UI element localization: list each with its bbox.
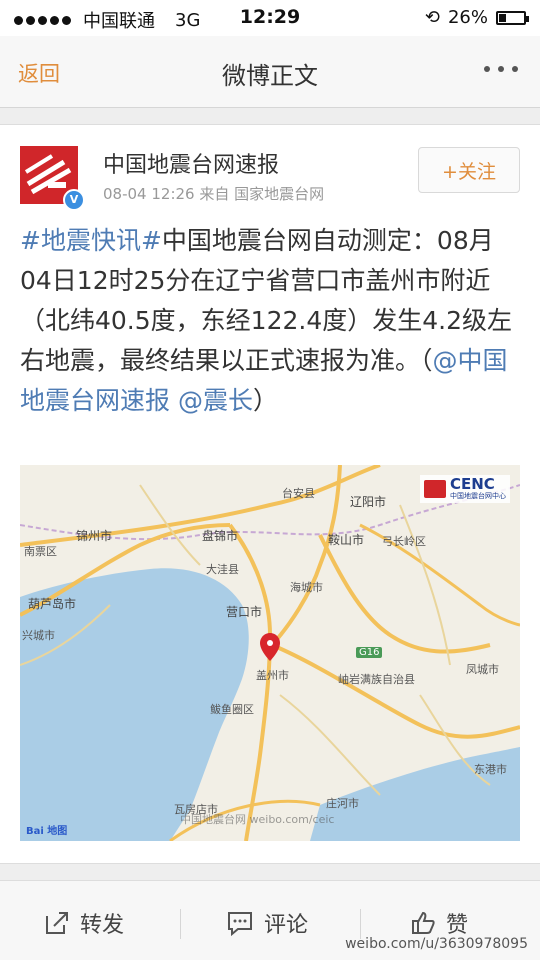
battery-percent: 26% (447, 7, 488, 28)
thumbs-up-icon (412, 911, 435, 934)
repost-icon (46, 912, 68, 934)
nav-bar: 返回 微博正文 (0, 36, 540, 108)
post-text-end: ） (252, 386, 278, 415)
like-button[interactable]: 赞 (410, 907, 468, 939)
map-label: 辽阳市 (350, 495, 387, 509)
cenc-brand: CENC 中国地震台网中心 (420, 475, 510, 503)
map-label: 海城市 (290, 581, 323, 594)
divider (360, 909, 361, 939)
like-label: 赞 (446, 913, 469, 938)
more-icon (484, 66, 490, 72)
map-watermark: 中国地震台网 weibo.com/ceic (180, 813, 335, 826)
map-label: 葫芦岛市 (28, 597, 77, 611)
status-right: ⟲ 26% (424, 7, 529, 28)
follow-label: +关注 (442, 160, 496, 183)
rotation-lock-icon: ⟲ (424, 7, 440, 28)
comment-label: 评论 (264, 913, 309, 938)
repost-button[interactable]: 转发 (44, 907, 124, 939)
divider (180, 909, 181, 939)
post-meta: 08-04 12:26 来自 国家地震台网 (103, 185, 325, 203)
post-card: V 中国地震台网速报 08-04 12:26 来自 国家地震台网 +关注 #地震… (0, 124, 540, 864)
map-label: 庄河市 (326, 797, 359, 810)
comment-button[interactable]: 评论 (226, 907, 308, 939)
repost-label: 转发 (80, 913, 125, 938)
mention-link[interactable]: @震长 (178, 386, 253, 415)
more-menu-button[interactable] (484, 66, 518, 72)
map-label: 岫岩满族自治县 (338, 673, 415, 686)
verified-badge-icon: V (63, 189, 85, 211)
follow-button[interactable]: +关注 (418, 147, 520, 193)
cenc-mark-icon (424, 480, 446, 498)
hashtag-link[interactable]: #地震快讯# (20, 226, 162, 255)
map-label: 锦州市 (76, 529, 113, 543)
road-label: G16 (356, 647, 383, 658)
battery-icon (496, 10, 529, 25)
map-label: 兴城市 (22, 629, 55, 642)
post-text: #地震快讯#中国地震台网自动测定：08月04日12时25分在辽宁省营口市盖州市附… (20, 221, 520, 421)
map-label: 南票区 (24, 545, 57, 558)
map-label: 营口市 (226, 605, 263, 619)
map-label: 大洼县 (206, 563, 239, 576)
map-label: 东港市 (474, 763, 507, 776)
map-label: 台安县 (282, 487, 315, 500)
map-label: 鞍山市 (328, 533, 365, 547)
author-name[interactable]: 中国地震台网速报 (103, 147, 279, 179)
footer-watermark: weibo.com/u/3630978095 (345, 936, 528, 952)
map-label: 凤城市 (466, 663, 499, 676)
map-label: 盖州市 (256, 669, 289, 682)
map-label: 盘锦市 (202, 529, 239, 543)
map-graphic (20, 465, 520, 841)
status-bar: 中国联通 3G 12:29 ⟲ 26% (0, 0, 540, 36)
cenc-brand-sub: 中国地震台网中心 (450, 492, 506, 500)
baidu-map-logo: Bai 地图 (26, 826, 68, 837)
map-label: 弓长岭区 (382, 535, 426, 548)
action-bar: 转发 评论 赞 weibo.com/u/3630978095 (0, 880, 540, 960)
map-label: 鲅鱼圈区 (210, 703, 254, 716)
comment-icon (228, 912, 252, 936)
cenc-brand-text: CENC (450, 475, 495, 493)
page-title: 微博正文 (222, 62, 318, 90)
earthquake-map[interactable]: 台安县 辽阳市 锦州市 盘锦市 鞍山市 弓长岭区 南票区 大洼县 海城市 葫芦岛… (20, 465, 520, 841)
